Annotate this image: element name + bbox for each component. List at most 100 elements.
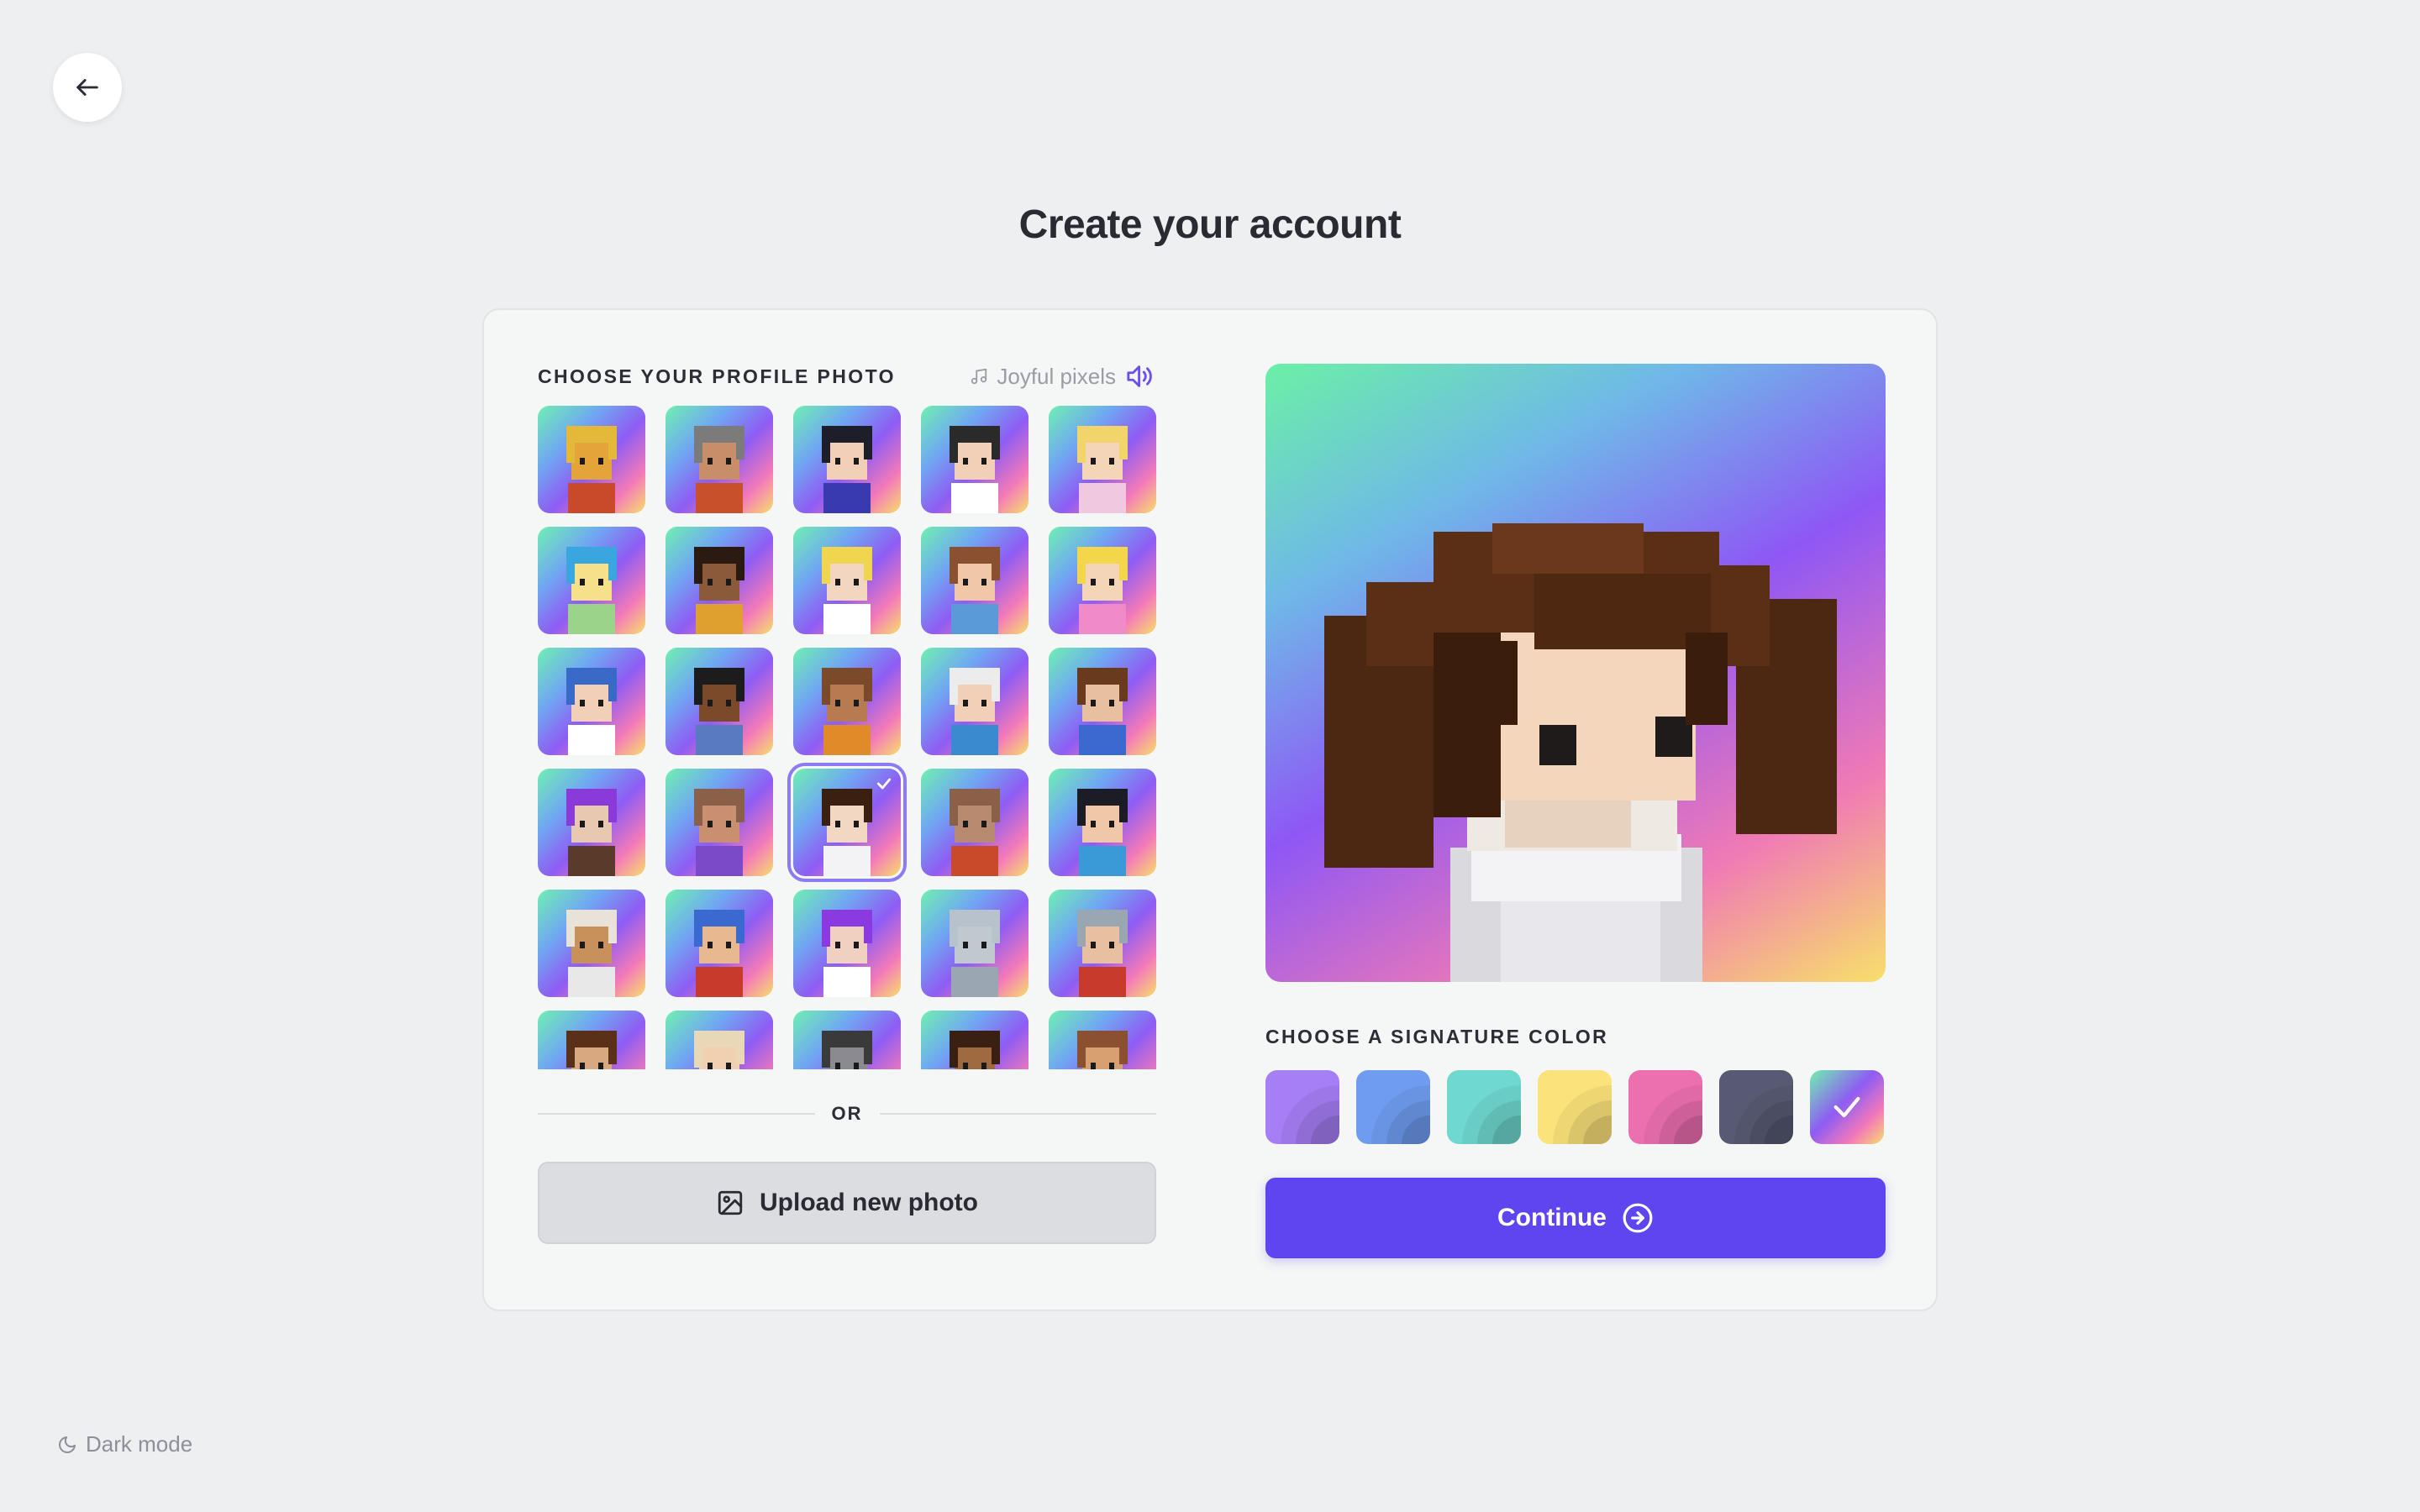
avatar-character-image <box>566 789 617 876</box>
avatar-option[interactable] <box>793 648 901 755</box>
avatar-character-image <box>950 1031 1000 1069</box>
signature-color-label: CHOOSE A SIGNATURE COLOR <box>1265 1026 1609 1047</box>
avatar-character-image <box>694 668 744 755</box>
avatar-character-image <box>950 547 1000 634</box>
avatar-character-image <box>822 910 872 997</box>
color-swatch-blue[interactable] <box>1356 1070 1430 1144</box>
avatar-option[interactable] <box>538 648 645 755</box>
or-divider: OR <box>538 1103 1156 1125</box>
avatar-character-image <box>694 426 744 513</box>
arrow-left-icon <box>76 79 98 96</box>
music-player[interactable]: Joyful pixels <box>970 362 1156 391</box>
color-swatch-yellow[interactable] <box>1538 1070 1612 1144</box>
avatar-option[interactable] <box>538 890 645 997</box>
avatar-character-image <box>694 789 744 876</box>
avatar-option[interactable] <box>666 890 773 997</box>
avatar-character-image <box>1077 426 1128 513</box>
continue-label: Continue <box>1497 1204 1607 1231</box>
avatar-option[interactable] <box>921 890 1028 997</box>
avatar-character-image <box>822 1031 872 1069</box>
upload-photo-button[interactable]: Upload new photo <box>538 1162 1156 1244</box>
avatar-option[interactable] <box>538 527 645 634</box>
avatar-option[interactable] <box>1049 527 1156 634</box>
color-swatch-purple[interactable] <box>1265 1070 1339 1144</box>
speaker-volume-icon[interactable] <box>1124 362 1156 391</box>
avatar-option[interactable] <box>921 1011 1028 1069</box>
music-note-icon <box>971 368 987 385</box>
check-icon <box>876 778 892 790</box>
profile-photo-label: CHOOSE YOUR PROFILE PHOTO <box>538 365 896 387</box>
avatar-option[interactable] <box>666 769 773 876</box>
avatar-character-image <box>694 547 744 634</box>
image-icon <box>718 1190 743 1215</box>
swatch-pattern <box>1281 1085 1339 1144</box>
avatar-option[interactable] <box>666 648 773 755</box>
avatar-character-image <box>566 426 617 513</box>
check-icon <box>1833 1096 1860 1118</box>
dark-mode-toggle[interactable]: Dark mode <box>57 1431 192 1457</box>
avatar-character-image <box>566 668 617 755</box>
color-swatch-pink[interactable] <box>1628 1070 1702 1144</box>
avatar-preview <box>1265 364 1886 982</box>
avatar-character-image <box>822 426 872 513</box>
avatar-option[interactable] <box>793 527 901 634</box>
dark-mode-label: Dark mode <box>86 1431 193 1457</box>
arrow-right-circle-icon <box>1623 1203 1653 1233</box>
avatar-character-image <box>822 668 872 755</box>
preview-section: CHOOSE A SIGNATURE COLOR Continue <box>1265 364 1886 1258</box>
avatar-option[interactable] <box>538 769 645 876</box>
avatar-option[interactable] <box>921 769 1028 876</box>
swatch-pattern <box>1734 1085 1793 1144</box>
continue-button[interactable]: Continue <box>1265 1178 1886 1258</box>
signature-color-swatches <box>1265 1070 1886 1144</box>
avatar-character-image <box>566 547 617 634</box>
avatar-character-image <box>694 1031 744 1069</box>
avatar-character-image <box>1077 789 1128 876</box>
color-swatch-gradient[interactable] <box>1810 1070 1884 1144</box>
avatar-character-image <box>950 910 1000 997</box>
avatar-character-image <box>1077 1031 1128 1069</box>
color-swatch-slate[interactable] <box>1719 1070 1793 1144</box>
avatar-character-image <box>950 426 1000 513</box>
account-card: CHOOSE YOUR PROFILE PHOTO Joyful pixels <box>482 308 1938 1311</box>
avatar-grid <box>538 406 1156 1069</box>
avatar-character-image <box>950 789 1000 876</box>
avatar-character-image <box>1077 668 1128 755</box>
avatar-option[interactable] <box>793 1011 901 1069</box>
avatar-grid-scroll[interactable] <box>538 406 1156 1069</box>
avatar-option[interactable] <box>666 406 773 513</box>
avatar-character-image <box>1077 547 1128 634</box>
avatar-option[interactable] <box>1049 769 1156 876</box>
selected-avatar-image <box>1324 523 1837 982</box>
avatar-character-image <box>1077 910 1128 997</box>
avatar-option[interactable] <box>1049 1011 1156 1069</box>
avatar-option[interactable] <box>921 527 1028 634</box>
back-button[interactable] <box>53 53 122 122</box>
swatch-pattern <box>1371 1085 1430 1144</box>
avatar-option[interactable] <box>793 406 901 513</box>
avatar-option[interactable] <box>1049 406 1156 513</box>
or-text: OR <box>831 1103 863 1124</box>
swatch-pattern <box>1462 1085 1521 1144</box>
avatar-option[interactable] <box>793 890 901 997</box>
avatar-option[interactable] <box>666 1011 773 1069</box>
color-swatch-teal[interactable] <box>1447 1070 1521 1144</box>
avatar-character-image <box>566 910 617 997</box>
avatar-option[interactable] <box>1049 890 1156 997</box>
avatar-option[interactable] <box>1049 648 1156 755</box>
avatar-option[interactable] <box>921 406 1028 513</box>
moon-icon <box>59 1436 76 1453</box>
avatar-character-image <box>822 547 872 634</box>
avatar-character-image <box>694 910 744 997</box>
avatar-character-image <box>566 1031 617 1069</box>
avatar-option[interactable] <box>921 648 1028 755</box>
swatch-pattern <box>1644 1085 1702 1144</box>
music-track-name: Joyful pixels <box>997 363 1116 389</box>
avatar-option[interactable] <box>787 763 907 882</box>
profile-photo-section: CHOOSE YOUR PROFILE PHOTO Joyful pixels <box>538 364 1156 1244</box>
avatar-option[interactable] <box>538 406 645 513</box>
avatar-option[interactable] <box>666 527 773 634</box>
avatar-option[interactable] <box>538 1011 645 1069</box>
upload-photo-label: Upload new photo <box>760 1189 978 1216</box>
page-title: Create your account <box>1018 202 1402 247</box>
